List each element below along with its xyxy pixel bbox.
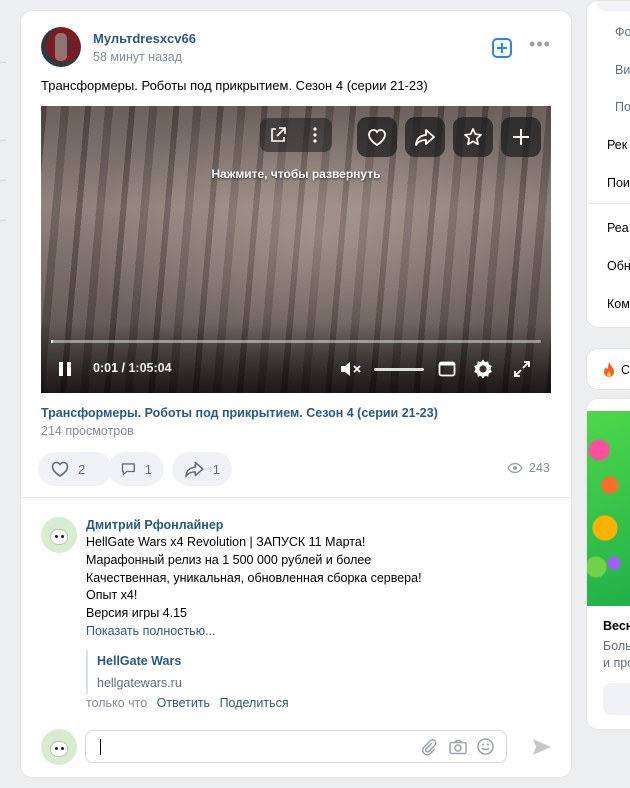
open-external-icon[interactable] [269, 126, 287, 144]
share-count: 1 [212, 461, 220, 477]
expand-hint[interactable]: Нажмите, чтобы развернуть [41, 167, 551, 181]
sidebar-item[interactable]: Обн [607, 259, 630, 273]
comments-divider [21, 497, 571, 498]
comment-time[interactable]: только что [86, 696, 147, 710]
mute-icon[interactable] [339, 359, 363, 379]
add-video-button[interactable] [501, 117, 541, 157]
time-separator: / [118, 361, 129, 375]
comment-meta: только что Ответить Поделиться [86, 696, 289, 710]
wall-post: Мультdresxcv66 58 минут назад ••• Трансф… [20, 10, 572, 778]
video-progress-bar[interactable] [51, 340, 541, 343]
sidebar-card-label: С [621, 363, 630, 377]
video-views: 214 просмотров [41, 424, 134, 438]
miniplayer-icon[interactable] [438, 360, 456, 378]
sidebar-item[interactable]: Фо [615, 25, 630, 39]
plus-icon [513, 129, 529, 145]
avatar-face [50, 529, 68, 545]
sidebar-item[interactable]: По [615, 100, 630, 114]
eye-icon [507, 462, 523, 474]
sidebar-separator [587, 203, 630, 204]
emoji-icon[interactable] [476, 737, 495, 756]
commenter-avatar[interactable] [41, 517, 77, 553]
post-views: 243 [507, 461, 550, 475]
comment-line: Версия игры 4.15 [86, 606, 187, 620]
heart-icon [368, 129, 386, 147]
favorite-video-button[interactable] [453, 117, 493, 157]
duration: 1:05:04 [128, 361, 172, 375]
like-video-button[interactable] [357, 117, 397, 157]
sidebar-item[interactable]: Реа [607, 221, 629, 235]
video-player[interactable]: Нажмите, чтобы развернуть 0:01 / 1:05:04 [41, 106, 551, 393]
link-title[interactable]: HellGate Wars [97, 654, 181, 668]
settings-gear-icon[interactable] [472, 358, 494, 380]
sidebar-item[interactable]: Ви [615, 63, 630, 77]
comment-count: 1 [144, 461, 152, 477]
attach-icon[interactable] [420, 738, 438, 756]
send-icon[interactable] [531, 737, 553, 757]
volume-slider[interactable] [374, 368, 424, 371]
camera-icon[interactable] [448, 738, 468, 756]
sidebar-top-button[interactable] [597, 1, 630, 11]
my-avatar [41, 729, 77, 765]
right-sidebar: Фо Ви По Рек Пои Реа Обн Ком С Весн Боль… [586, 0, 630, 788]
sidebar-trending-card[interactable]: С [586, 348, 630, 390]
comment-author[interactable]: Дмитрий Рфонлайнер [86, 518, 223, 532]
promo-button[interactable] [603, 683, 630, 715]
share-video-button[interactable] [405, 117, 445, 157]
current-time: 0:01 [93, 361, 119, 375]
sidebar-menu-card: Фо Ви По Рек Пои Реа Обн Ком [586, 0, 630, 328]
views-count: 243 [529, 461, 550, 475]
pause-icon[interactable] [57, 361, 73, 377]
comment-line: Опыт x4! [86, 588, 138, 602]
left-edge-marks [0, 0, 8, 788]
like-button[interactable]: 2 [38, 452, 112, 486]
fullscreen-icon[interactable] [513, 360, 531, 378]
promo-banner-image[interactable] [587, 411, 630, 606]
share-comment-link[interactable]: Поделиться [220, 696, 289, 710]
comment-icon [121, 463, 135, 476]
show-more-link[interactable]: Показать полностью... [86, 624, 216, 638]
post-text: Трансформеры. Роботы под прикрытием. Сез… [41, 78, 428, 93]
video-share-more-group [260, 118, 332, 152]
heart-icon [51, 461, 69, 477]
promo-title: Весн [603, 619, 630, 633]
sidebar-item[interactable]: Ком [607, 297, 630, 311]
star-icon [464, 128, 482, 146]
comment-line: Качественная, уникальная, обновленная сб… [86, 571, 422, 585]
add-to-bookmarks-icon[interactable] [492, 38, 512, 58]
reply-link[interactable]: Ответить [157, 696, 210, 710]
promo-text: и про [603, 656, 630, 670]
video-more-icon[interactable] [306, 126, 324, 144]
share-icon [415, 129, 435, 146]
share-button[interactable]: 1 [172, 452, 232, 486]
sidebar-item[interactable]: Рек [607, 138, 627, 152]
video-time: 0:01 / 1:05:04 [93, 361, 172, 375]
comment-button[interactable]: 1 [108, 452, 164, 486]
comment-line: Марафонный релиз на 1 500 000 рублей и б… [86, 553, 372, 567]
more-options-icon[interactable]: ••• [529, 35, 551, 57]
comment-input[interactable] [85, 730, 507, 763]
share-icon [185, 461, 204, 478]
post-author[interactable]: Мультdresxcv66 [93, 31, 196, 46]
like-count: 2 [78, 461, 86, 477]
fire-icon [604, 362, 614, 377]
comment-line: HellGate Wars x4 Revolution | ЗАПУСК 11 … [86, 535, 366, 549]
author-avatar[interactable] [41, 27, 81, 67]
sidebar-item[interactable]: Пои [607, 176, 630, 190]
avatar-face [50, 741, 68, 757]
link-quote-bar [86, 650, 88, 694]
promo-text: Боль [603, 639, 630, 653]
sidebar-promo-card[interactable]: Весн Боль и про [586, 398, 630, 730]
post-time[interactable]: 58 минут назад [93, 50, 182, 64]
video-progress-fill [51, 340, 53, 343]
text-caret [100, 739, 101, 755]
link-url[interactable]: hellgatewars.ru [97, 676, 182, 690]
video-title-link[interactable]: Трансформеры. Роботы под прикрытием. Сез… [41, 406, 438, 420]
